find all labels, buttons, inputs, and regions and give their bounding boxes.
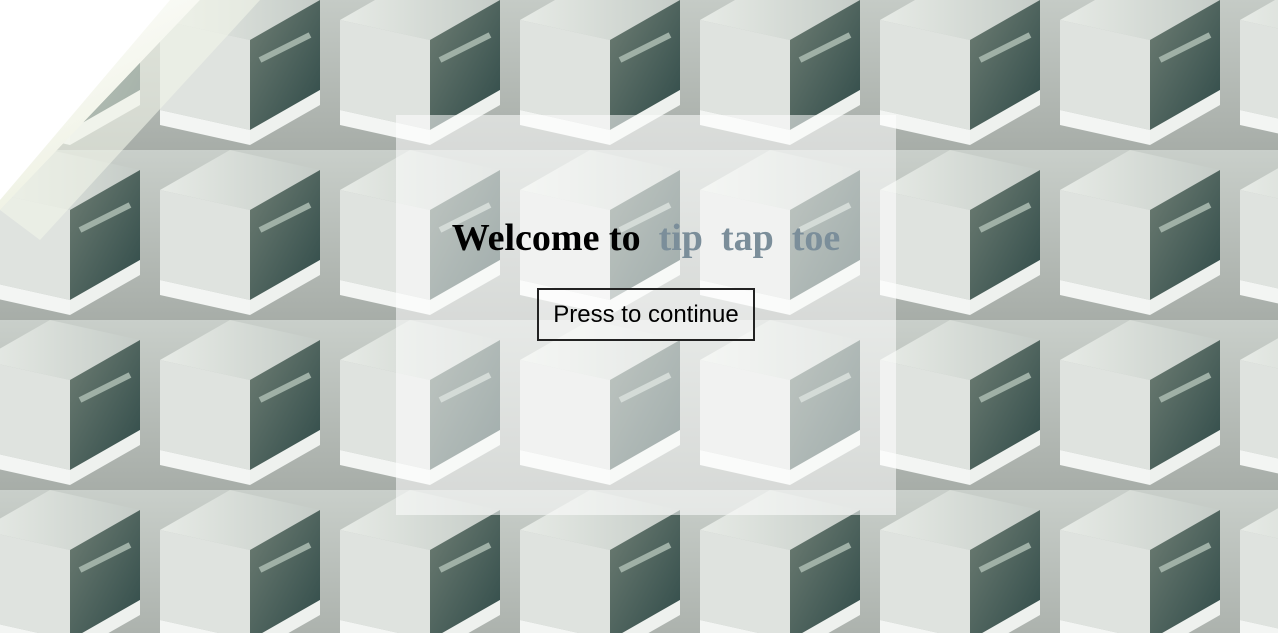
welcome-title: Welcome to tip tap toe <box>396 215 896 261</box>
game-word-toe: toe <box>791 217 841 259</box>
welcome-panel: Welcome to tip tap toe Press to continue <box>396 115 896 515</box>
game-word-tip: tip <box>658 217 703 259</box>
welcome-prefix: Welcome to <box>451 217 641 259</box>
press-to-continue-button[interactable]: Press to continue <box>537 288 755 341</box>
game-word-tap: tap <box>720 217 774 259</box>
